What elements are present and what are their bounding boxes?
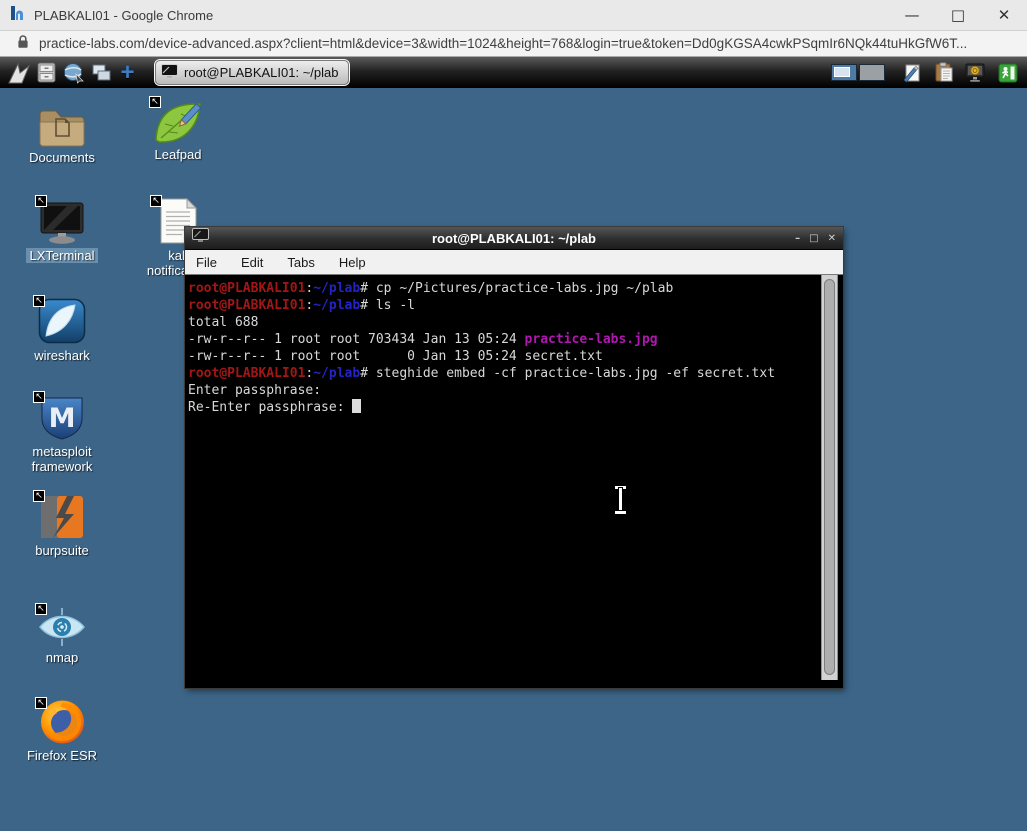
lxterminal-icon bbox=[17, 195, 107, 245]
desktop-icon-wireshark[interactable]: ↖ wireshark bbox=[17, 295, 107, 363]
web-browser-icon[interactable] bbox=[60, 60, 87, 86]
browser-window: PLABKALI01 - Google Chrome — □ ✕ practic… bbox=[0, 0, 1027, 831]
iconify-windows-icon[interactable] bbox=[87, 60, 114, 86]
padlock-icon bbox=[17, 34, 29, 54]
terminal-scrollbar[interactable] bbox=[821, 275, 838, 680]
terminal-title: root@PLABKALI01: ~/plab bbox=[185, 231, 843, 246]
workspace-2[interactable] bbox=[859, 64, 885, 81]
leafpad-icon bbox=[133, 94, 223, 144]
icon-label: burpsuite bbox=[17, 543, 107, 558]
shortcut-badge-icon: ↖ bbox=[33, 490, 45, 502]
screenshot-icon[interactable] bbox=[898, 60, 925, 86]
screenlock-icon[interactable] bbox=[962, 60, 989, 86]
icon-label: wireshark bbox=[17, 348, 107, 363]
menu-file[interactable]: File bbox=[196, 255, 217, 270]
terminal-icon bbox=[161, 64, 178, 81]
menu-tabs[interactable]: Tabs bbox=[287, 255, 314, 270]
terminal-line: root@PLABKALI01:~/plab# ls -l bbox=[188, 297, 843, 314]
close-button[interactable]: ✕ bbox=[981, 0, 1027, 31]
icon-label: Leafpad bbox=[133, 147, 223, 162]
folder-icon bbox=[17, 97, 107, 147]
desktop-icon-metasploit[interactable]: ↖ M metasploit framework bbox=[17, 391, 107, 474]
shortcut-badge-icon: ↖ bbox=[150, 195, 162, 207]
maximize-button[interactable]: □ bbox=[935, 0, 981, 31]
terminal-text-cursor bbox=[352, 399, 361, 413]
wireshark-icon bbox=[17, 295, 107, 345]
terminal-line: Enter passphrase: bbox=[188, 382, 843, 399]
terminal-menubar: File Edit Tabs Help bbox=[185, 250, 843, 275]
shortcut-badge-icon: ↖ bbox=[33, 295, 45, 307]
shortcut-badge-icon: ↖ bbox=[149, 96, 161, 108]
desktop-icon-burpsuite[interactable]: ↖ burpsuite bbox=[17, 490, 107, 558]
url-text: practice-labs.com/device-advanced.aspx?c… bbox=[39, 36, 967, 51]
desktop-icon-lxterminal[interactable]: ↖ LXTerminal bbox=[17, 195, 107, 265]
taskbar: + root@PLABKALI01: ~/plab bbox=[0, 57, 1027, 88]
minimize-button[interactable]: — bbox=[889, 0, 935, 31]
practice-labs-favicon-icon bbox=[9, 5, 25, 26]
terminal-line: root@PLABKALI01:~/plab# cp ~/Pictures/pr… bbox=[188, 280, 843, 297]
desktop-icon-leafpad[interactable]: ↖ Leafpad bbox=[133, 94, 223, 162]
window-title: PLABKALI01 - Google Chrome bbox=[34, 8, 889, 23]
terminal-line: Re-Enter passphrase: bbox=[188, 399, 843, 416]
logout-icon[interactable] bbox=[994, 60, 1021, 86]
terminal-window-controls: – □ ✕ bbox=[795, 227, 836, 250]
desktop-icon-firefox[interactable]: ↖ Firefox ESR bbox=[17, 695, 107, 763]
terminal-icon bbox=[192, 228, 209, 248]
terminal-close-button[interactable]: ✕ bbox=[828, 227, 836, 250]
shortcut-badge-icon: ↖ bbox=[35, 697, 47, 709]
shortcut-badge-icon: ↖ bbox=[33, 391, 45, 403]
desktop[interactable]: Documents ↖ Leafpad ↖ bbox=[0, 88, 1027, 831]
icon-label: metasploit bbox=[17, 444, 107, 459]
task-button-label: root@PLABKALI01: ~/plab bbox=[184, 65, 339, 80]
chrome-titlebar[interactable]: PLABKALI01 - Google Chrome — □ ✕ bbox=[0, 0, 1027, 31]
desktop-icon-documents[interactable]: Documents bbox=[17, 97, 107, 165]
menu-edit[interactable]: Edit bbox=[241, 255, 263, 270]
file-manager-icon[interactable] bbox=[33, 60, 60, 86]
taskbar-right bbox=[831, 60, 1021, 86]
svg-text:M: M bbox=[49, 403, 76, 434]
terminal-line: total 688 bbox=[188, 314, 843, 331]
firefox-icon bbox=[17, 695, 107, 745]
terminal-line: -rw-r--r-- 1 root root 703434 Jan 13 05:… bbox=[188, 331, 843, 348]
icon-label: LXTerminal bbox=[26, 248, 97, 263]
menu-help[interactable]: Help bbox=[339, 255, 366, 270]
scrollbar-thumb[interactable] bbox=[824, 279, 835, 675]
chrome-url-bar[interactable]: practice-labs.com/device-advanced.aspx?c… bbox=[0, 31, 1027, 57]
terminal-lines: root@PLABKALI01:~/plab# cp ~/Pictures/pr… bbox=[188, 280, 843, 416]
icon-label: Documents bbox=[17, 150, 107, 165]
terminal-line: -rw-r--r-- 1 root root 0 Jan 13 05:24 se… bbox=[188, 348, 843, 365]
icon-label: Firefox ESR bbox=[17, 748, 107, 763]
taskbar-task-terminal[interactable]: root@PLABKALI01: ~/plab bbox=[155, 60, 349, 85]
shortcut-badge-icon: ↖ bbox=[35, 195, 47, 207]
terminal-line: root@PLABKALI01:~/plab# steghide embed -… bbox=[188, 365, 843, 382]
icon-label: nmap bbox=[17, 650, 107, 665]
kali-menu-icon[interactable] bbox=[6, 60, 33, 86]
workspace-1[interactable] bbox=[831, 64, 857, 81]
shortcut-badge-icon: ↖ bbox=[35, 603, 47, 615]
nmap-icon bbox=[17, 603, 107, 647]
workspace-pager bbox=[831, 64, 885, 81]
terminal-minimize-button[interactable]: – bbox=[795, 227, 800, 250]
terminal-output[interactable]: root@PLABKALI01:~/plab# cp ~/Pictures/pr… bbox=[185, 275, 843, 680]
clipboard-icon[interactable] bbox=[930, 60, 957, 86]
terminal-titlebar[interactable]: root@PLABKALI01: ~/plab – □ ✕ bbox=[185, 227, 843, 250]
chrome-window-controls: — □ ✕ bbox=[889, 0, 1027, 31]
metasploit-icon: M bbox=[17, 391, 107, 441]
icon-label-line2: framework bbox=[17, 459, 107, 474]
add-panel-icon[interactable]: + bbox=[114, 60, 141, 86]
desktop-icon-nmap[interactable]: ↖ nmap bbox=[17, 603, 107, 665]
terminal-window: root@PLABKALI01: ~/plab – □ ✕ File Edit … bbox=[185, 227, 843, 688]
terminal-maximize-button[interactable]: □ bbox=[809, 227, 818, 250]
burpsuite-icon bbox=[17, 490, 107, 540]
